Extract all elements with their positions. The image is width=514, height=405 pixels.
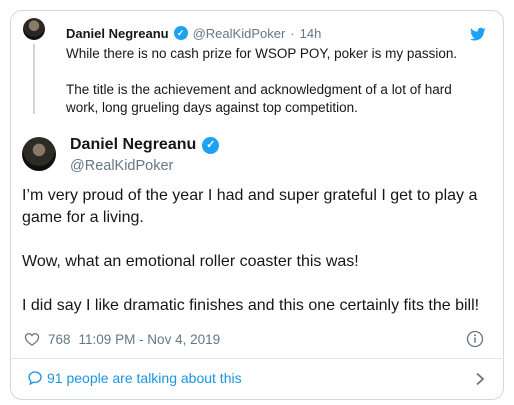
author-avatar[interactable]: [22, 137, 56, 171]
speech-bubble-icon: [28, 371, 42, 386]
author-name-row: Daniel Negreanu ✓: [70, 136, 220, 154]
parent-paragraph: While there is no cash prize for WSOP PO…: [66, 46, 458, 61]
chevron-right-icon: [476, 372, 485, 386]
parent-tweet-text: While there is no cash prize for WSOP PO…: [66, 45, 486, 135]
parent-author-name[interactable]: Daniel Negreanu: [66, 26, 169, 41]
parent-tweet-time[interactable]: 14h: [300, 26, 322, 41]
heart-icon[interactable]: [24, 332, 40, 346]
info-icon[interactable]: [466, 330, 484, 348]
parent-author-handle[interactable]: @RealKidPoker: [193, 26, 286, 41]
header-separator: ·: [290, 25, 295, 41]
tweet-timestamp[interactable]: 11:09 PM - Nov 4, 2019: [79, 332, 221, 347]
twitter-bird-icon[interactable]: [469, 26, 487, 42]
parent-avatar[interactable]: [23, 18, 45, 40]
talking-about-label: 91 people are talking about this: [47, 370, 242, 386]
tweet-meta: 768 11:09 PM - Nov 4, 2019: [24, 330, 220, 348]
tweet-paragraph: I did say I like dramatic finishes and t…: [22, 297, 480, 314]
verified-badge-icon: ✓: [202, 136, 220, 154]
tweet-text: I’m very proud of the year I had and sup…: [22, 185, 492, 339]
like-count[interactable]: 768: [48, 332, 71, 347]
conversation-link[interactable]: 91 people are talking about this: [11, 359, 503, 399]
author-name[interactable]: Daniel Negreanu: [70, 136, 196, 154]
parent-paragraph: The title is the achievement and acknowl…: [66, 82, 452, 115]
tweet-paragraph: Wow, what an emotional roller coaster th…: [22, 253, 359, 270]
parent-tweet-header: Daniel Negreanu ✓ @RealKidPoker · 14h: [66, 24, 321, 42]
verified-badge-icon: ✓: [173, 26, 188, 40]
tweet-paragraph: I’m very proud of the year I had and sup…: [22, 187, 478, 226]
author-handle[interactable]: @RealKidPoker: [70, 158, 173, 174]
thread-line: [33, 44, 35, 114]
